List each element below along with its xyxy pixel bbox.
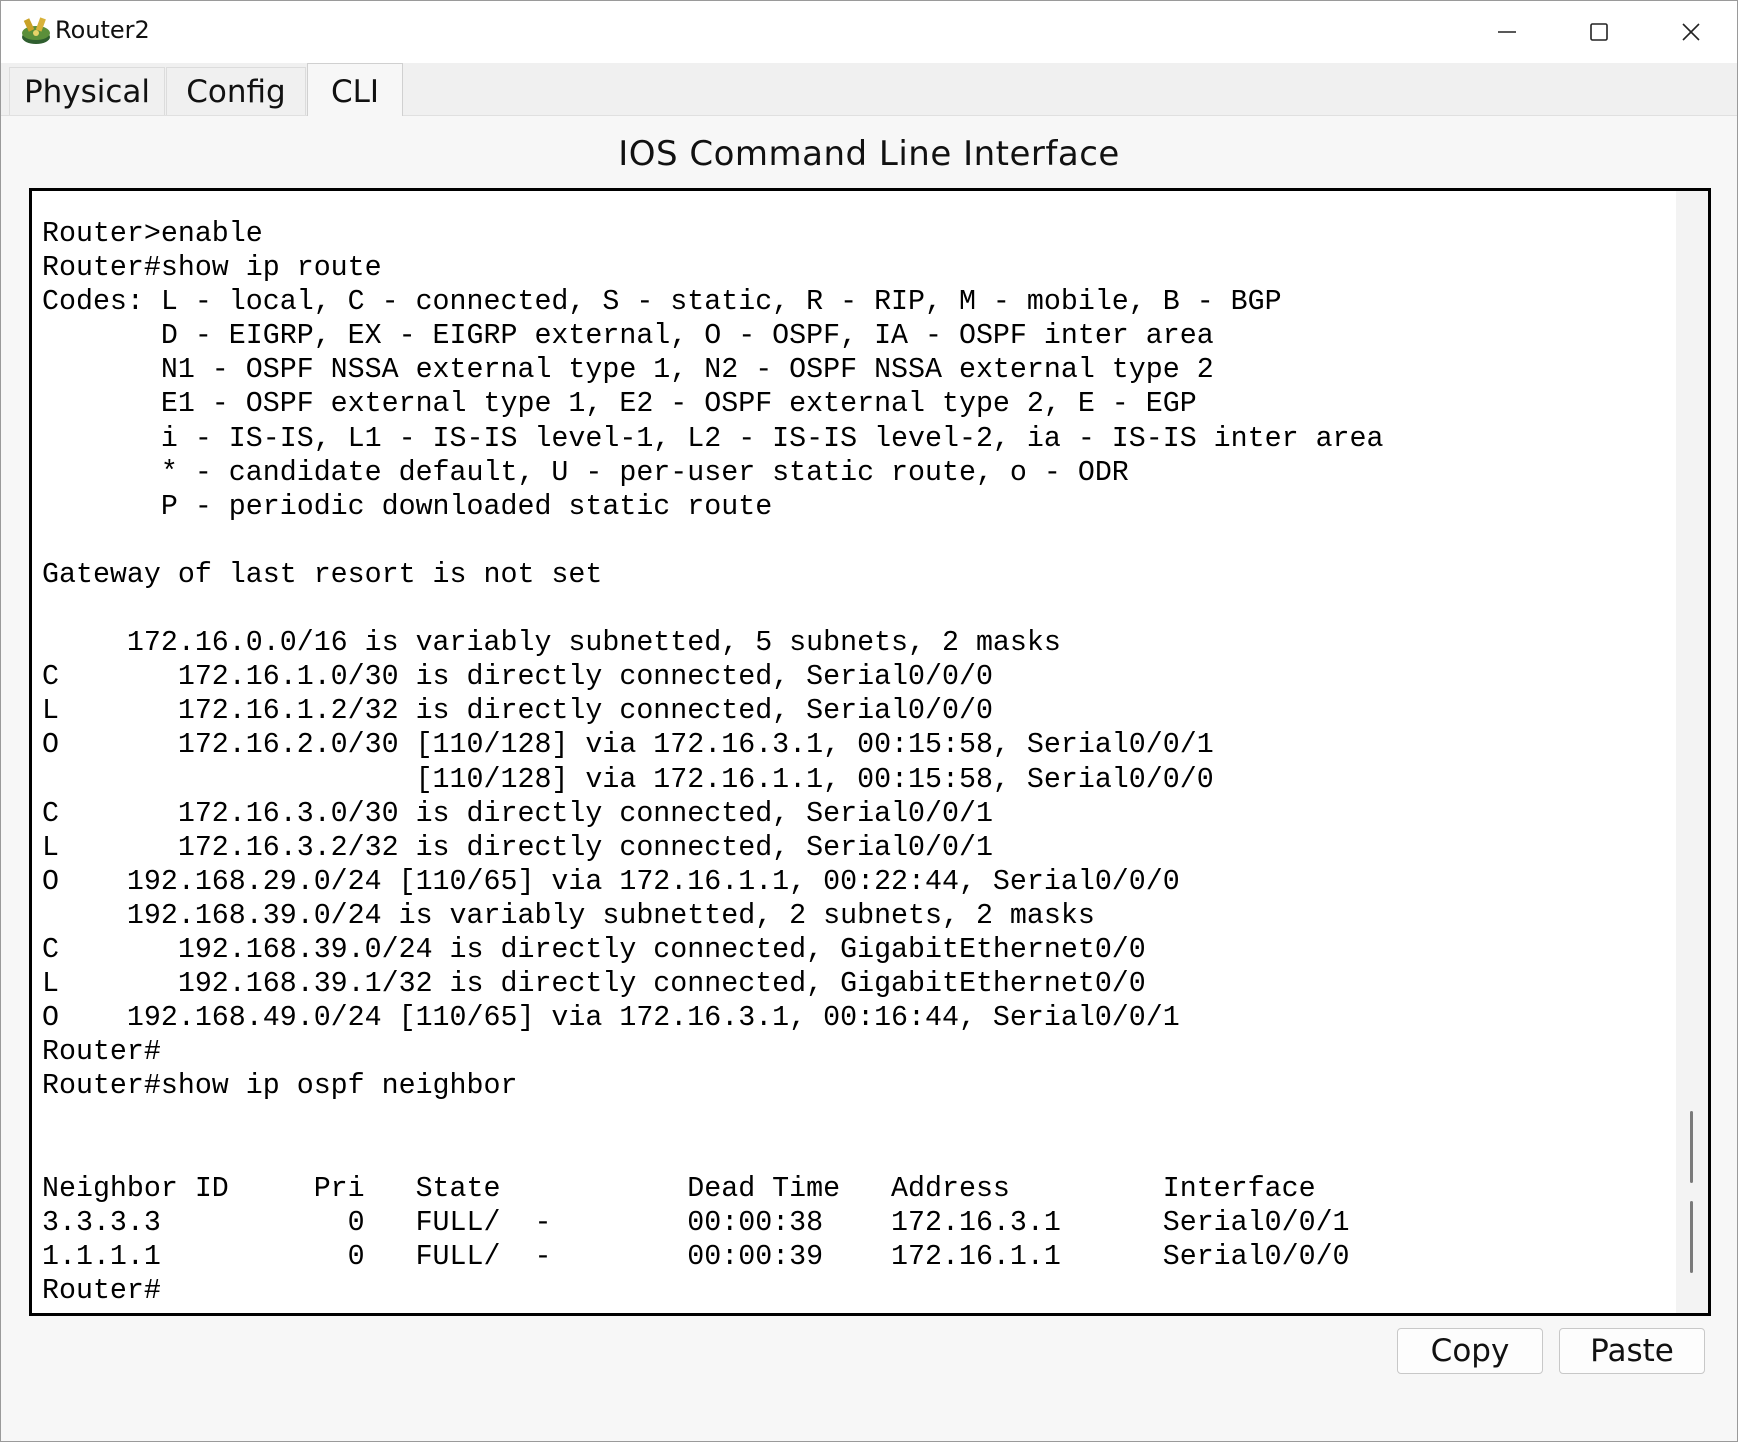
router-window: Router2 Physical Config CLI IOS Command … bbox=[0, 0, 1738, 1442]
terminal-line: 3.3.3.3 0 FULL/ - 00:00:38 172.16.3.1 Se… bbox=[42, 1206, 1350, 1239]
tab-physical[interactable]: Physical bbox=[9, 67, 165, 115]
maximize-icon bbox=[1590, 23, 1608, 41]
terminal-line: L 192.168.39.1/32 is directly connected,… bbox=[42, 968, 1146, 1001]
scrollbar-thumb-lower[interactable] bbox=[1690, 1201, 1693, 1273]
window-title: Router2 bbox=[55, 16, 150, 44]
terminal-line: C 172.16.1.0/30 is directly connected, S… bbox=[42, 661, 993, 694]
tab-bar: Physical Config CLI bbox=[1, 63, 1737, 119]
cli-panel: IOS Command Line Interface Router>enable… bbox=[1, 116, 1737, 1441]
terminal-line: [110/128] via 172.16.1.1, 00:15:58, Seri… bbox=[42, 763, 1214, 796]
paste-button[interactable]: Paste bbox=[1559, 1328, 1705, 1374]
terminal-line: Router# bbox=[42, 1274, 161, 1307]
terminal-line: P - periodic downloaded static route bbox=[42, 490, 773, 523]
terminal-line: Router# bbox=[42, 1036, 161, 1069]
minimize-icon bbox=[1498, 31, 1516, 33]
terminal-line: O 192.168.49.0/24 [110/65] via 172.16.3.… bbox=[42, 1002, 1180, 1035]
terminal-line: Codes: L - local, C - connected, S - sta… bbox=[42, 286, 1282, 319]
minimize-button[interactable] bbox=[1461, 1, 1553, 63]
terminal-line: Router#show ip route bbox=[42, 252, 382, 285]
terminal-output[interactable]: Router>enable Router#show ip route Codes… bbox=[42, 217, 1384, 1308]
maximize-button[interactable] bbox=[1553, 1, 1645, 63]
terminal-line: Router#show ip ospf neighbor bbox=[42, 1070, 518, 1103]
terminal-line: O 172.16.2.0/30 [110/128] via 172.16.3.1… bbox=[42, 729, 1214, 762]
scrollbar-thumb[interactable] bbox=[1690, 1111, 1693, 1183]
title-bar[interactable]: Router2 bbox=[1, 1, 1737, 63]
terminal-line: 1.1.1.1 0 FULL/ - 00:00:39 172.16.1.1 Se… bbox=[42, 1240, 1350, 1273]
router-app-icon bbox=[19, 15, 53, 49]
terminal-line: D - EIGRP, EX - EIGRP external, O - OSPF… bbox=[42, 320, 1214, 353]
terminal-line: C 192.168.39.0/24 is directly connected,… bbox=[42, 933, 1146, 966]
terminal-line: 192.168.39.0/24 is variably subnetted, 2… bbox=[42, 899, 1095, 932]
terminal-line: C 172.16.3.0/30 is directly connected, S… bbox=[42, 797, 993, 830]
terminal-line: Gateway of last resort is not set bbox=[42, 558, 603, 591]
terminal-line: * - candidate default, U - per-user stat… bbox=[42, 456, 1129, 489]
close-button[interactable] bbox=[1645, 1, 1737, 63]
terminal-line: 172.16.0.0/16 is variably subnetted, 5 s… bbox=[42, 627, 1061, 660]
terminal-line: E1 - OSPF external type 1, E2 - OSPF ext… bbox=[42, 388, 1197, 421]
panel-heading: IOS Command Line Interface bbox=[618, 134, 1120, 174]
close-icon bbox=[1682, 23, 1700, 41]
tab-config[interactable]: Config bbox=[166, 67, 306, 115]
terminal-line: L 172.16.3.2/32 is directly connected, S… bbox=[42, 831, 993, 864]
tab-cli[interactable]: CLI bbox=[307, 63, 403, 119]
terminal-line: O 192.168.29.0/24 [110/65] via 172.16.1.… bbox=[42, 865, 1180, 898]
terminal-line: N1 - OSPF NSSA external type 1, N2 - OSP… bbox=[42, 354, 1214, 387]
terminal-line: Neighbor ID Pri State Dead Time Address … bbox=[42, 1172, 1316, 1205]
terminal-line: i - IS-IS, L1 - IS-IS level-1, L2 - IS-I… bbox=[42, 422, 1384, 455]
terminal-line: Router>enable bbox=[42, 218, 263, 250]
copy-button[interactable]: Copy bbox=[1397, 1328, 1543, 1374]
terminal-line: L 172.16.1.2/32 is directly connected, S… bbox=[42, 695, 993, 728]
terminal-scrollbar[interactable] bbox=[1676, 191, 1708, 1313]
cli-terminal[interactable]: Router>enable Router#show ip route Codes… bbox=[29, 188, 1711, 1316]
